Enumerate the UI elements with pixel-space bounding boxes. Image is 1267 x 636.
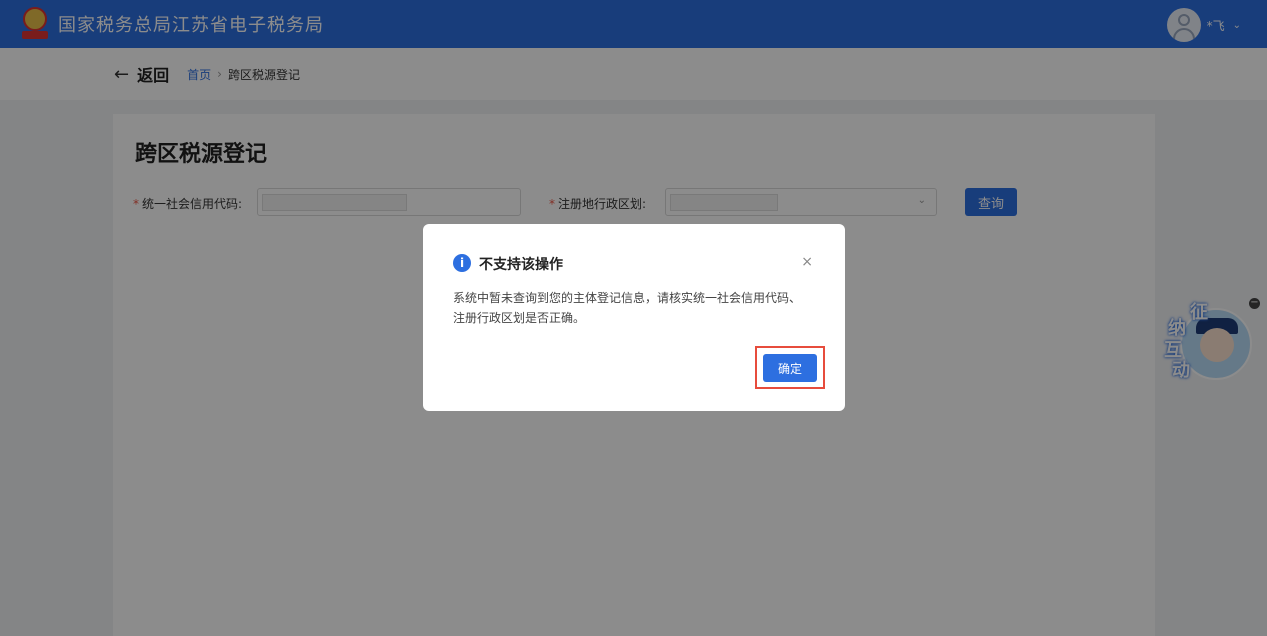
dialog-message-line: 系统中暂未查询到您的主体登记信息，请核实统一社会信用代码、	[453, 291, 802, 305]
dialog-title: 不支持该操作	[479, 257, 563, 273]
dialog-message: 系统中暂未查询到您的主体登记信息，请核实统一社会信用代码、 注册行政区划是否正确…	[453, 288, 819, 328]
close-icon[interactable]: ×	[801, 254, 813, 270]
info-icon: i	[453, 254, 471, 272]
confirm-button[interactable]: 确定	[763, 354, 817, 382]
alert-dialog: i 不支持该操作 × 系统中暂未查询到您的主体登记信息，请核实统一社会信用代码、…	[423, 224, 845, 411]
dialog-message-line: 注册行政区划是否正确。	[453, 311, 586, 325]
confirm-highlight-box: 确定	[755, 346, 825, 389]
